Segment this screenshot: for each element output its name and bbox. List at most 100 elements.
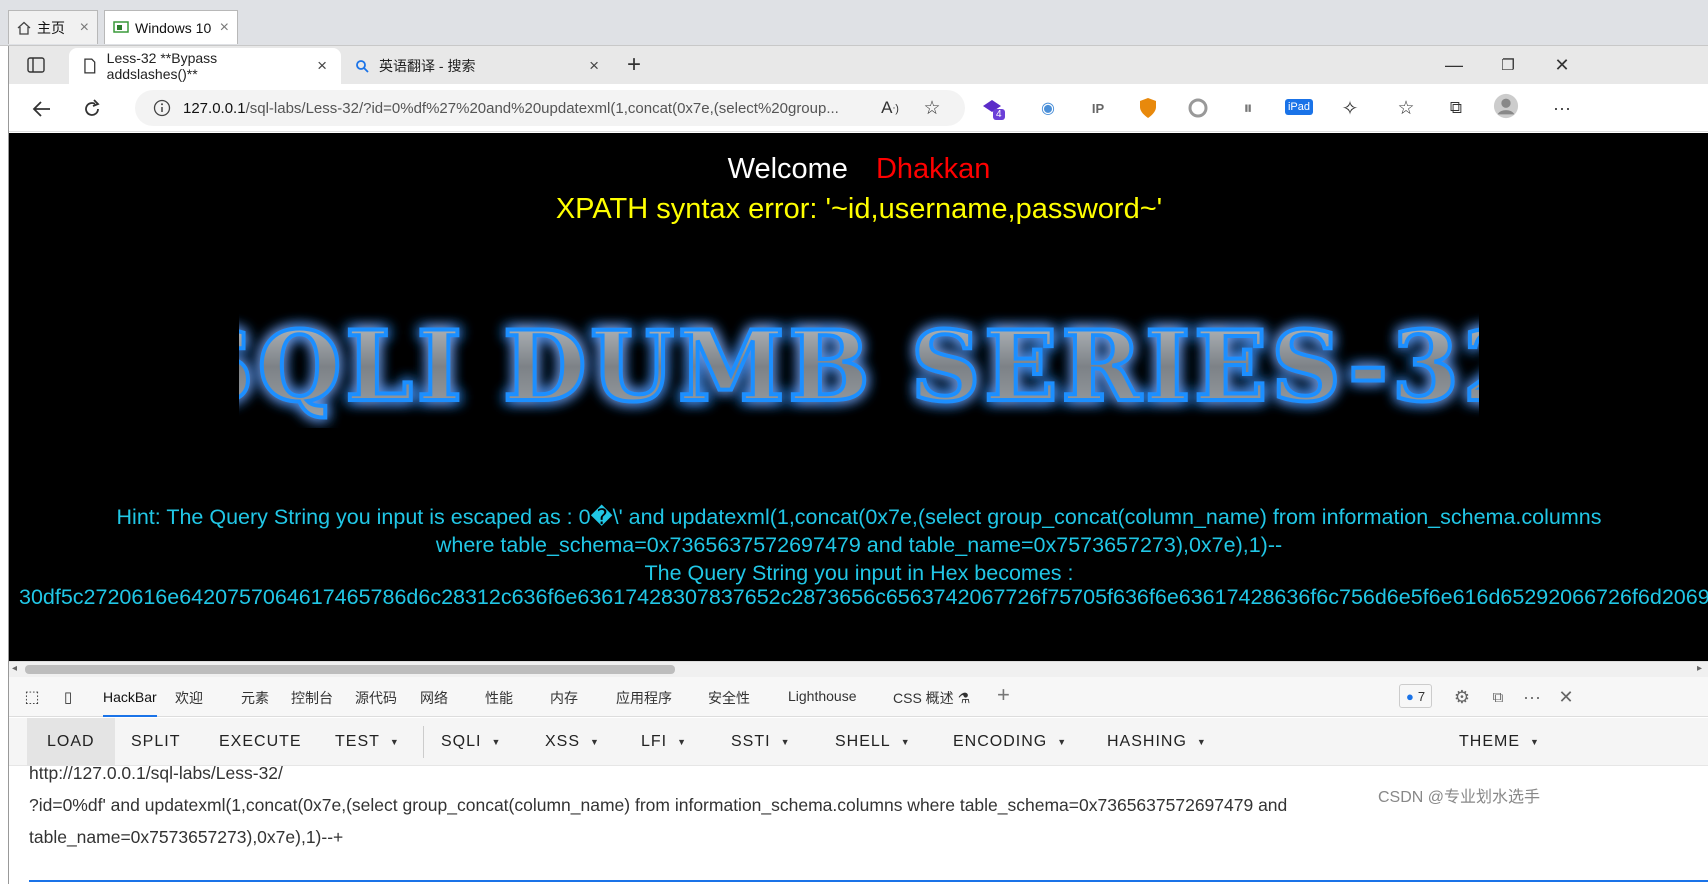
inspect-icon[interactable]: ⬚: [19, 684, 45, 710]
url-line: http://127.0.0.1/sql-labs/Less-32/: [29, 763, 283, 783]
circle-extension-icon[interactable]: [1185, 95, 1211, 121]
load-button[interactable]: LOAD: [27, 718, 115, 766]
close-icon[interactable]: ×: [220, 19, 229, 37]
tab-label: 英语翻译 - 搜索: [379, 58, 476, 74]
tab-less-32[interactable]: Less-32 **Bypass addslashes()** ×: [69, 48, 341, 84]
scroll-right-icon[interactable]: ▸: [1697, 663, 1702, 674]
page-content: Welcome Dhakkan XPATH syntax error: '~id,…: [9, 133, 1708, 661]
tab-security[interactable]: 安全性: [708, 688, 750, 708]
horizontal-scrollbar[interactable]: ◂ ▸: [9, 661, 1708, 677]
welcome-text: Welcome: [727, 153, 848, 185]
extension-icon[interactable]: 4: [979, 95, 1005, 121]
profile-avatar[interactable]: [1493, 93, 1519, 119]
welcome-line: Welcome Dhakkan: [9, 153, 1708, 186]
more-menu-icon[interactable]: ···: [1549, 95, 1575, 121]
url-line: table_name=0x7573657273),0x7e),1)--+: [29, 827, 344, 847]
tab-memory[interactable]: 内存: [550, 688, 578, 708]
more-tabs-icon[interactable]: +: [997, 682, 1010, 708]
issues-button[interactable]: ● 7: [1399, 684, 1433, 708]
close-icon[interactable]: ×: [80, 19, 89, 37]
tab-performance[interactable]: 性能: [485, 688, 513, 708]
execute-button[interactable]: EXECUTE: [219, 718, 302, 766]
outer-tab-windows10[interactable]: Windows 10 ×: [104, 10, 238, 44]
hint-line: where table_schema=0x7365637572697479 an…: [435, 533, 1283, 557]
ip-extension-icon[interactable]: IP: [1085, 95, 1111, 121]
sqli-logo: SQLI DUMB SERIES-32: [9, 308, 1708, 433]
message-icon: ●: [1406, 688, 1414, 704]
scroll-left-icon[interactable]: ◂: [12, 663, 17, 674]
favorites-icon[interactable]: ☆: [1393, 95, 1419, 121]
close-devtools-icon[interactable]: ✕: [1553, 684, 1579, 710]
url-text[interactable]: 127.0.0.1/sql-labs/Less-32/?id=0%df%27%2…: [183, 100, 839, 117]
tab-console[interactable]: 控制台: [291, 688, 333, 708]
read-aloud-icon[interactable]: A ᐧ): [877, 95, 903, 121]
tab-elements[interactable]: 元素: [241, 688, 269, 708]
ssti-dropdown[interactable]: SSTI ▼: [731, 718, 790, 766]
tab-translate-search[interactable]: 英语翻译 - 搜索 ×: [341, 48, 613, 84]
search-icon: [356, 60, 369, 73]
xss-dropdown[interactable]: XSS ▼: [545, 718, 600, 766]
tab-welcome[interactable]: 欢迎: [175, 688, 203, 708]
scrollbar-thumb[interactable]: [25, 665, 675, 674]
add-favorite-icon[interactable]: ☆: [919, 95, 945, 121]
button-label: XSS: [545, 733, 581, 750]
button-label: SQLI: [441, 733, 482, 750]
watermark: CSDN @专业划水选手: [1378, 789, 1541, 806]
tab-application[interactable]: 应用程序: [616, 688, 672, 708]
back-icon[interactable]: [29, 96, 55, 122]
test-dropdown[interactable]: TEST ▼: [335, 718, 400, 766]
tab-actions-icon[interactable]: [23, 52, 49, 78]
paused-extension-icon[interactable]: ⏸: [1235, 95, 1261, 121]
tab-sources[interactable]: 源代码: [355, 688, 397, 708]
shell-dropdown[interactable]: SHELL ▼: [835, 718, 911, 766]
button-label: HASHING: [1107, 733, 1187, 750]
url-host: 127.0.0.1: [183, 99, 246, 117]
eye-extension-icon[interactable]: ◉: [1035, 95, 1061, 121]
tab-network[interactable]: 网络: [420, 688, 448, 708]
browser-toolbar: 127.0.0.1/sql-labs/Less-32/?id=0%df%27%2…: [9, 84, 1708, 132]
browser-tab-strip: Less-32 **Bypass addslashes()** × 英语翻译 -…: [9, 46, 1708, 84]
hashing-dropdown[interactable]: HASHING ▼: [1107, 718, 1207, 766]
textarea-focus-underline: [29, 880, 1708, 882]
settings-gear-icon[interactable]: ⚙: [1449, 684, 1475, 710]
lfi-dropdown[interactable]: LFI ▼: [641, 718, 687, 766]
caret-down-icon: ▼: [590, 737, 600, 747]
refresh-icon[interactable]: [79, 96, 105, 122]
more-options-icon[interactable]: ···: [1519, 684, 1545, 710]
hint-block: Hint: The Query String you input is esca…: [9, 503, 1708, 587]
devtools-tab-bar: ⬚ ▯ HackBar 欢迎 元素 控制台 源代码 网络 性能 内存 应用程序 …: [9, 677, 1708, 717]
outer-tab-strip: 主页 × Windows 10 ×: [0, 0, 1708, 46]
hint-line: The Query String you input in Hex become…: [644, 561, 1074, 585]
flask-icon: ⚗: [957, 690, 971, 706]
encoding-dropdown[interactable]: ENCODING ▼: [953, 718, 1067, 766]
close-tab-icon[interactable]: ×: [589, 56, 599, 76]
theme-dropdown[interactable]: THEME ▼: [1459, 718, 1540, 766]
restore-icon[interactable]: ❐: [1495, 52, 1521, 78]
split-button[interactable]: SPLIT: [131, 718, 180, 766]
button-label: SPLIT: [131, 733, 181, 750]
tab-css-overview[interactable]: CSS 概述 ⚗: [893, 688, 970, 708]
button-label: LOAD: [47, 733, 95, 750]
hackbar-toolbar: LOAD SPLIT EXECUTE TEST ▼ SQLI ▼ XSS ▼ LFI ▼…: [9, 718, 1708, 766]
ipad-extension-icon[interactable]: iPad: [1281, 94, 1317, 120]
shield-extension-icon[interactable]: [1135, 95, 1161, 121]
info-icon[interactable]: [153, 99, 171, 117]
extensions-puzzle-icon[interactable]: ✧: [1337, 95, 1363, 121]
tab-hackbar[interactable]: HackBar: [103, 677, 157, 717]
caret-down-icon: ▼: [1530, 737, 1540, 747]
collections-icon[interactable]: ⧉: [1443, 95, 1469, 121]
new-tab-icon[interactable]: +: [621, 51, 647, 78]
close-window-icon[interactable]: ✕: [1549, 52, 1575, 78]
sqli-dropdown[interactable]: SQLI ▼: [441, 718, 501, 766]
caret-down-icon: ▼: [1057, 737, 1068, 747]
dock-icon[interactable]: ⧉: [1485, 684, 1511, 710]
minimize-icon[interactable]: —: [1441, 52, 1467, 78]
tab-lighthouse[interactable]: Lighthouse: [788, 688, 857, 704]
outer-tab-label: Windows 10: [135, 19, 212, 36]
address-bar[interactable]: 127.0.0.1/sql-labs/Less-32/?id=0%df%27%2…: [135, 90, 965, 126]
outer-tab-home[interactable]: 主页 ×: [8, 10, 98, 44]
close-tab-icon[interactable]: ×: [317, 56, 327, 76]
device-emulation-icon[interactable]: ▯: [55, 684, 81, 710]
extension-badge: 4: [993, 109, 1005, 120]
button-label: THEME: [1459, 733, 1520, 750]
